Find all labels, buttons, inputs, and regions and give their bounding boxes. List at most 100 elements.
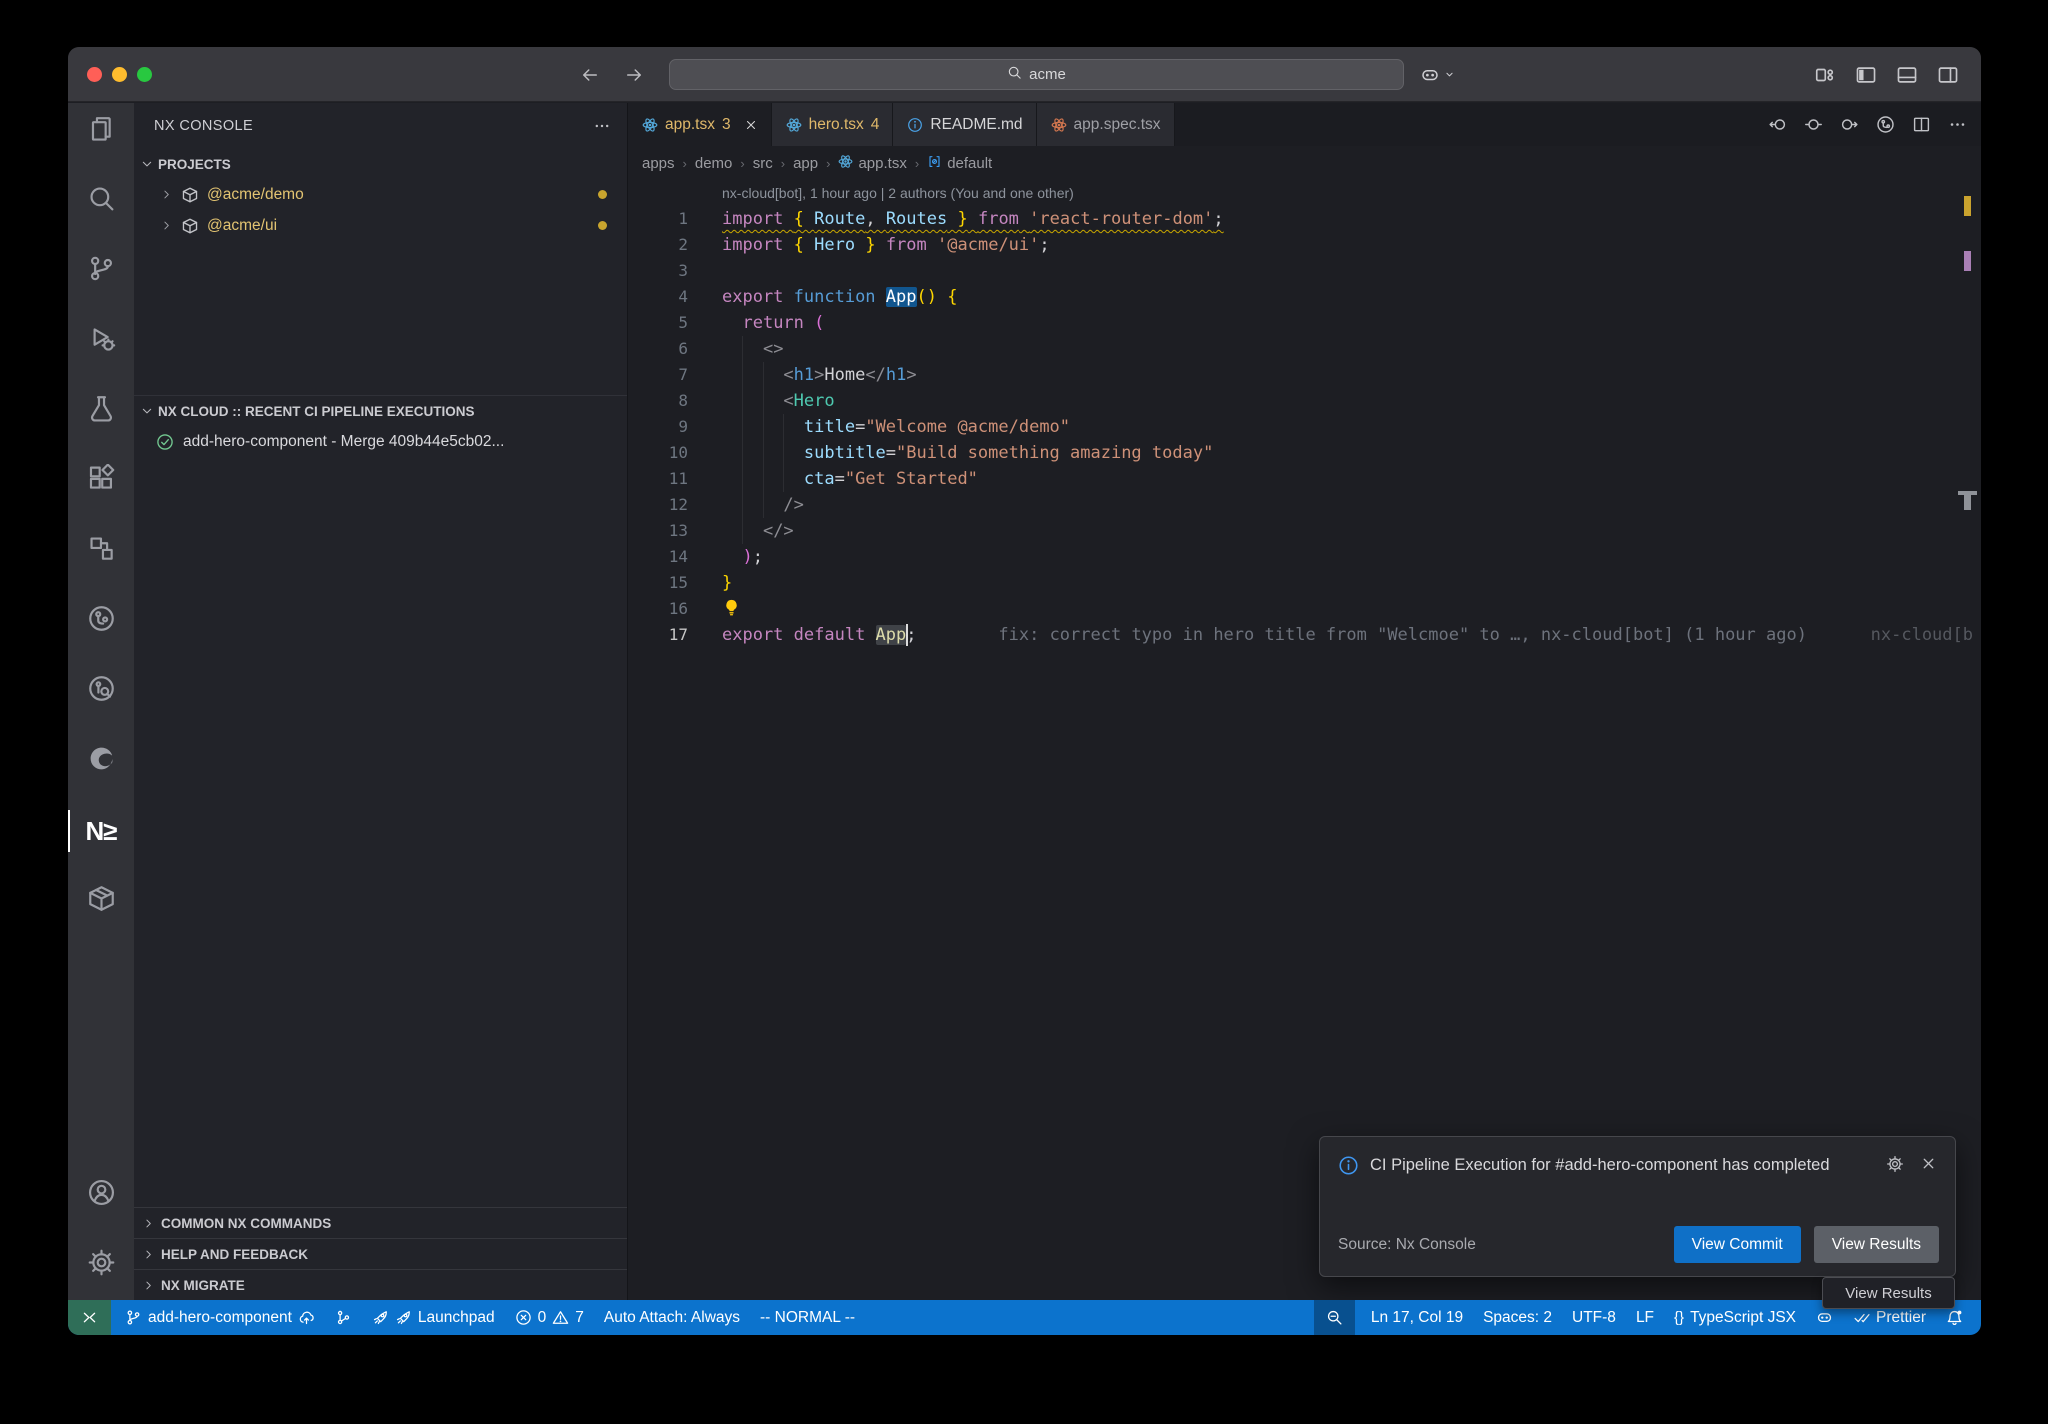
minimize-window-button[interactable] <box>112 67 127 82</box>
toggle-sidebar-button[interactable] <box>1855 64 1877 86</box>
status-problems[interactable]: 07 <box>505 1300 594 1335</box>
activity-item-hierarchy[interactable] <box>68 516 134 586</box>
overview-cursor-marker-stem <box>1964 495 1971 510</box>
code-editor[interactable]: nx-cloud[bot], 1 hour ago | 2 authors (Y… <box>628 180 1981 1300</box>
chevron-right-icon <box>160 219 173 232</box>
sidebar-section-nx-migrate[interactable]: NX MIGRATE <box>134 1269 627 1300</box>
nav-back-icon[interactable] <box>1768 115 1787 134</box>
activity-item-container[interactable] <box>68 866 134 936</box>
lightbulb-icon[interactable] <box>722 598 741 617</box>
code-line-9[interactable]: 9 title="Welcome @acme/demo" <box>628 414 1981 440</box>
status-language-mode[interactable]: {}TypeScript JSX <box>1664 1300 1806 1335</box>
status-indentation[interactable]: Spaces: 2 <box>1473 1300 1562 1335</box>
code-line-5[interactable]: 5 return ( <box>628 310 1981 336</box>
toggle-panel-button[interactable] <box>1896 64 1918 86</box>
projects-section-header[interactable]: PROJECTS <box>134 149 627 179</box>
nav-node-icon[interactable] <box>1804 115 1823 134</box>
close-tab-icon[interactable] <box>744 118 758 132</box>
activity-item-gitlens[interactable] <box>68 586 134 656</box>
breadcrumb-item-apps[interactable]: apps <box>642 155 675 172</box>
code-line-16[interactable]: 16 <box>628 596 1981 622</box>
run-graph-icon[interactable] <box>1876 115 1895 134</box>
code-line-2[interactable]: 2import { Hero } from '@acme/ui'; <box>628 232 1981 258</box>
rocket-icon <box>372 1309 389 1326</box>
more-actions-icon[interactable] <box>1948 115 1967 134</box>
breadcrumb-item-app.tsx[interactable]: app.tsx <box>838 154 906 173</box>
tab-hero.tsx[interactable]: hero.tsx4 <box>772 103 894 146</box>
activity-item-edge[interactable] <box>68 726 134 796</box>
code-line-1[interactable]: 1import { Route, Routes } from 'react-ro… <box>628 206 1981 232</box>
nx-cloud-section-header[interactable]: NX CLOUD :: RECENT CI PIPELINE EXECUTION… <box>134 396 627 426</box>
git-blame-codelens[interactable]: nx-cloud[bot], 1 hour ago | 2 authors (Y… <box>628 180 1981 206</box>
project-item[interactable]: @acme/ui <box>134 210 627 241</box>
activity-item-run-debug[interactable] <box>68 306 134 376</box>
toggle-secondary-sidebar-button[interactable] <box>1937 64 1959 86</box>
view-commit-button[interactable]: View Commit <box>1674 1226 1801 1263</box>
code-line-12[interactable]: 12 /> <box>628 492 1981 518</box>
breadcrumb-item-demo[interactable]: demo <box>695 155 733 172</box>
pipeline-execution-item[interactable]: add-hero-component - Merge 409b44e5cb02.… <box>134 426 627 457</box>
breadcrumb-separator: › <box>915 156 919 171</box>
gear-icon[interactable] <box>1886 1155 1904 1179</box>
account-icon <box>87 1178 116 1212</box>
activity-item-testing[interactable] <box>68 376 134 446</box>
sidebar-section-help-and-feedback[interactable]: HELP AND FEEDBACK <box>134 1238 627 1269</box>
tab-app.spec.tsx[interactable]: app.spec.tsx <box>1037 103 1175 146</box>
nx-cloud-section: NX CLOUD :: RECENT CI PIPELINE EXECUTION… <box>134 395 627 457</box>
activity-item-settings[interactable] <box>68 1230 134 1300</box>
copilot-menu[interactable] <box>1420 47 1456 102</box>
activity-item-nx[interactable]: N≥ <box>68 796 134 866</box>
project-item[interactable]: @acme/demo <box>134 179 627 210</box>
code-line-10[interactable]: 10 subtitle="Build something amazing tod… <box>628 440 1981 466</box>
status-cursor-position[interactable]: Ln 17, Col 19 <box>1361 1300 1473 1335</box>
close-window-button[interactable] <box>87 67 102 82</box>
close-icon[interactable] <box>1920 1155 1937 1179</box>
customize-layout-button[interactable] <box>1814 64 1836 86</box>
code-line-14[interactable]: 14 ); <box>628 544 1981 570</box>
code-line-17[interactable]: 17export default App; fix: correct typo … <box>628 622 1981 648</box>
back-arrow-icon[interactable] <box>580 65 600 85</box>
tab-app.tsx[interactable]: app.tsx3 <box>628 103 772 146</box>
sidebar-section-common-nx-commands[interactable]: COMMON NX COMMANDS <box>134 1207 627 1238</box>
code-line-11[interactable]: 11 cta="Get Started" <box>628 466 1981 492</box>
forward-arrow-icon[interactable] <box>624 65 644 85</box>
code-line-7[interactable]: 7 <h1>Home</h1> <box>628 362 1981 388</box>
view-results-button[interactable]: View Results <box>1814 1226 1939 1263</box>
status-git-branch[interactable]: add-hero-component <box>115 1300 325 1335</box>
traffic-lights <box>87 47 152 102</box>
code-line-6[interactable]: 6 <> <box>628 336 1981 362</box>
code-line-13[interactable]: 13 </> <box>628 518 1981 544</box>
bell-dot-icon <box>1946 1309 1963 1326</box>
command-center-search[interactable]: acme <box>669 59 1404 90</box>
status-remote-indicator[interactable] <box>68 1300 111 1335</box>
line-number: 15 <box>628 570 688 596</box>
split-editor-icon[interactable] <box>1912 115 1931 134</box>
status-vim-mode[interactable]: -- NORMAL -- <box>750 1300 865 1335</box>
activity-item-source-control[interactable] <box>68 236 134 306</box>
status-git-graph[interactable] <box>325 1300 362 1335</box>
status-gitlens-launchpad[interactable]: Launchpad <box>362 1300 505 1335</box>
breadcrumb-item-default[interactable]: default <box>927 154 992 173</box>
code-line-4[interactable]: 4export function App() { <box>628 284 1981 310</box>
activity-item-account[interactable] <box>68 1160 134 1230</box>
status-eol[interactable]: LF <box>1626 1300 1664 1335</box>
more-actions-icon[interactable] <box>593 117 611 135</box>
status-auto-attach[interactable]: Auto Attach: Always <box>594 1300 750 1335</box>
sidebar-nx-console: NX CONSOLE PROJECTS @acme/demo@acme/ui N… <box>134 103 628 1300</box>
breadcrumb-item-app[interactable]: app <box>793 155 818 172</box>
code-line-8[interactable]: 8 <Hero <box>628 388 1981 414</box>
editor-group: app.tsx3hero.tsx4README.mdapp.spec.tsx a… <box>628 103 1981 1300</box>
tab-README.md[interactable]: README.md <box>893 103 1036 146</box>
status-encoding[interactable]: UTF-8 <box>1562 1300 1626 1335</box>
breadcrumb-item-src[interactable]: src <box>753 155 773 172</box>
indent-guide <box>783 440 784 466</box>
activity-item-explorer[interactable] <box>68 96 134 166</box>
activity-item-search[interactable] <box>68 166 134 236</box>
nav-forward-icon[interactable] <box>1840 115 1859 134</box>
code-line-3[interactable]: 3 <box>628 258 1981 284</box>
code-line-15[interactable]: 15} <box>628 570 1981 596</box>
activity-item-extensions[interactable] <box>68 446 134 516</box>
status-zoom-indicator[interactable] <box>1314 1300 1355 1335</box>
activity-item-gitlens-inspect[interactable] <box>68 656 134 726</box>
zoom-window-button[interactable] <box>137 67 152 82</box>
